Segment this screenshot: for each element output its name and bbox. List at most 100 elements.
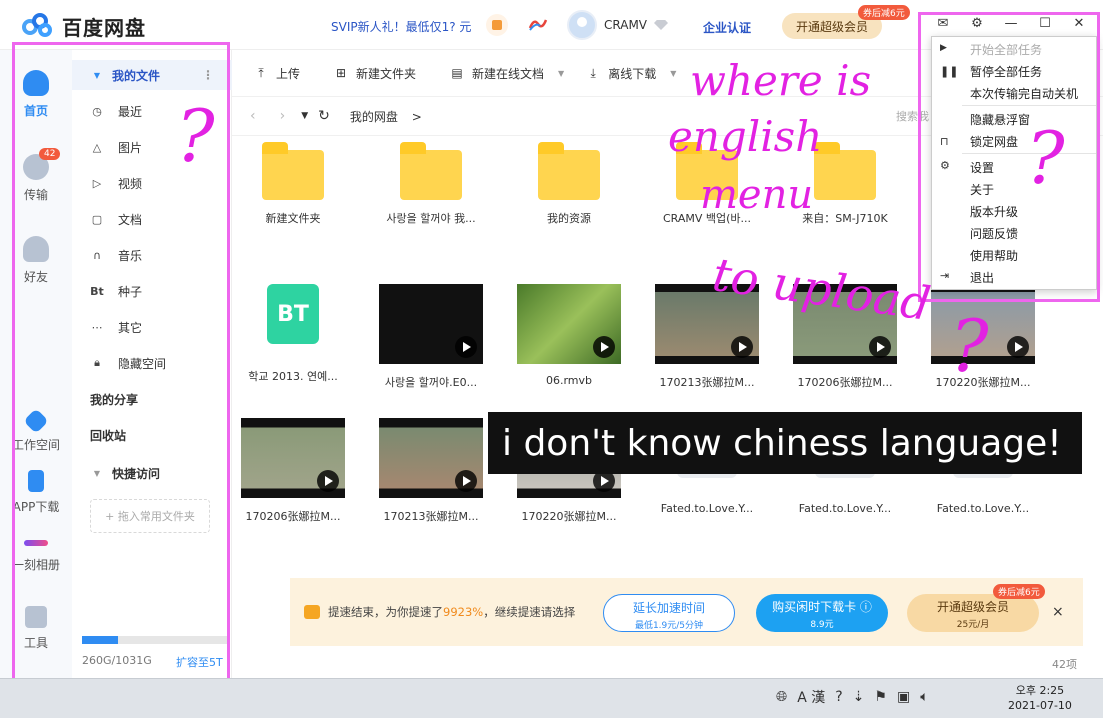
- file-name: 사랑을 할꺼야 我...: [386, 212, 476, 225]
- offline-download-button[interactable]: ⤓ 离线下载 ▼: [586, 65, 677, 82]
- file-name: 사랑을 할꺼야.E0...: [384, 376, 478, 389]
- banner-percent: 9923%: [443, 605, 484, 619]
- file-name: 170220张娜拉M...: [521, 510, 617, 523]
- activity-icon[interactable]: [528, 16, 548, 32]
- back-icon[interactable]: ‹: [250, 108, 256, 124]
- file-name: 170206张娜拉M...: [797, 376, 893, 389]
- item-count: 42项: [1052, 658, 1077, 671]
- vip-discount-tag: 券后减6元: [858, 5, 910, 20]
- annotation-text-line1: where is: [690, 56, 872, 105]
- button-sublabel: 25元/月: [956, 620, 990, 630]
- enterprise-auth-link[interactable]: 企业认证: [703, 19, 751, 36]
- play-icon: [317, 470, 339, 492]
- play-icon: [1007, 336, 1029, 358]
- network-globe-icon[interactable]: 🌐︎: [776, 689, 787, 705]
- breadcrumb-item[interactable]: 我的网盘: [350, 110, 398, 124]
- caret-down-icon[interactable]: ▼: [670, 69, 676, 78]
- file-name: Fated.to.Love.Y...: [660, 502, 754, 515]
- refresh-icon[interactable]: ↻: [318, 108, 330, 124]
- file-name: 170213张娜拉M...: [659, 376, 755, 389]
- folder-icon: [400, 142, 462, 200]
- file-tile[interactable]: 我的资源: [504, 142, 634, 226]
- tray-expand-icon[interactable]: ⇣: [853, 689, 865, 705]
- button-label: 开通超级会员: [936, 600, 1009, 614]
- system-tray: 🌐︎ A 漢 ? ⇣ ⚑ ▣ 🔈︎: [776, 687, 929, 707]
- app-title: 百度网盘: [62, 16, 146, 40]
- new-online-doc-button[interactable]: ▤ 新建在线文档 ▼: [450, 65, 564, 82]
- button-sublabel: 最低1.9元/5分钟: [634, 621, 704, 631]
- folder-icon: [814, 142, 876, 200]
- button-label: 购买闲时下载卡 ⓘ: [772, 600, 872, 614]
- button-label: 延长加速时间: [632, 601, 705, 615]
- folder-icon: [538, 142, 600, 200]
- banner-message: 提速结束，为你提速了9923%，继续提速请选择: [328, 604, 575, 620]
- video-thumbnail: [379, 284, 483, 364]
- flag-icon[interactable]: ⚑: [874, 689, 887, 705]
- annotation-question-mark: ?: [1026, 116, 1065, 200]
- caret-down-icon[interactable]: ▼: [558, 69, 564, 78]
- annotation-box-menu: [918, 12, 1100, 302]
- file-name: Fated.to.Love.Y...: [936, 502, 1030, 515]
- banner-vip-button[interactable]: 开通超级会员 25元/月: [907, 594, 1039, 632]
- upload-button[interactable]: ⤒ 上传: [254, 65, 300, 82]
- breadcrumb[interactable]: 我的网盘 >: [350, 108, 422, 125]
- username[interactable]: CRAMV: [604, 18, 647, 32]
- svip-promo-link[interactable]: SVIP新人礼！最低仅1? 元: [331, 18, 471, 35]
- download-icon: ⤓: [590, 65, 596, 80]
- offline-label: 离线下载: [608, 66, 657, 81]
- buy-idle-card-button[interactable]: 购买闲时下载卡 ⓘ 8.9元: [756, 594, 888, 632]
- taskbar-clock[interactable]: 오후 2:25 2021-07-10: [1008, 683, 1072, 713]
- ime-indicator[interactable]: A 漢: [797, 687, 825, 707]
- file-name: 新建文件夹: [265, 212, 321, 225]
- forward-icon[interactable]: ›: [280, 108, 286, 124]
- gift-icon[interactable]: [486, 14, 508, 36]
- file-name: 06.rmvb: [545, 374, 593, 387]
- annotation-question-mark: ?: [950, 304, 989, 388]
- clock-time: 오후 2:25: [1015, 684, 1065, 697]
- play-icon: [731, 336, 753, 358]
- file-tile[interactable]: 170213张娜拉M...: [366, 418, 496, 524]
- file-name: 170213张娜拉M...: [383, 510, 479, 523]
- button-sublabel: 8.9元: [810, 620, 834, 630]
- volume-icon[interactable]: 🔈︎: [920, 689, 928, 705]
- file-tile[interactable]: 사랑을 할꺼야.E0...: [366, 284, 496, 390]
- history-caret-icon[interactable]: ▼: [301, 111, 308, 121]
- file-name: 170206张娜拉M...: [245, 510, 341, 523]
- new-folder-label: 新建文件夹: [356, 66, 417, 81]
- file-tile[interactable]: BT 학교 2013. 연예...: [228, 284, 358, 384]
- file-tile[interactable]: 06.rmvb: [504, 284, 634, 387]
- play-icon: [593, 336, 615, 358]
- bt-file-icon: BT: [267, 284, 319, 344]
- network-icon[interactable]: ▣: [897, 689, 910, 705]
- annotation-text-line3: menu: [700, 172, 814, 218]
- clock-date: 2021-07-10: [1008, 699, 1072, 712]
- banner-text-before: 提速结束，为你提速了: [328, 605, 443, 619]
- speed-icon: [304, 605, 320, 619]
- annotation-text-line2: english: [668, 112, 823, 161]
- file-tile[interactable]: 新建文件夹: [228, 142, 358, 226]
- help-icon[interactable]: ?: [835, 689, 842, 705]
- upload-icon: ⤒: [258, 65, 264, 80]
- close-icon[interactable]: ×: [1052, 604, 1064, 620]
- windows-taskbar: 🌐︎ A 漢 ? ⇣ ⚑ ▣ 🔈︎ 오후 2:25 2021-07-10: [0, 678, 1103, 718]
- extend-speedup-button[interactable]: 延长加速时间最低1.9元/5分钟: [603, 594, 735, 632]
- new-doc-label: 新建在线文档: [472, 66, 545, 81]
- play-icon: [455, 470, 477, 492]
- play-icon: [869, 336, 891, 358]
- video-thumbnail: [517, 284, 621, 364]
- file-tile[interactable]: 사랑을 할꺼야 我...: [366, 142, 496, 226]
- annotation-question-mark: ?: [176, 94, 215, 178]
- vip-button-label: 开通超级会员: [795, 19, 868, 34]
- file-tile[interactable]: 170206张娜拉M...: [228, 418, 358, 524]
- breadcrumb-separator: >: [411, 109, 422, 124]
- doc-icon: ▤: [451, 66, 463, 80]
- upload-label: 上传: [276, 66, 301, 81]
- speedup-banner: 提速结束，为你提速了9923%，继续提速请选择 延长加速时间最低1.9元/5分钟…: [290, 578, 1083, 646]
- banner-text-after: ，继续提速请选择: [483, 605, 576, 619]
- video-thumbnail: [241, 418, 345, 498]
- file-name: 학교 2013. 연예...: [248, 370, 338, 383]
- banner-discount-tag: 券后减6元: [993, 584, 1045, 599]
- avatar[interactable]: [567, 10, 597, 40]
- new-folder-button[interactable]: ⊞ 新建文件夹: [334, 65, 416, 82]
- file-name: Fated.to.Love.Y...: [798, 502, 892, 515]
